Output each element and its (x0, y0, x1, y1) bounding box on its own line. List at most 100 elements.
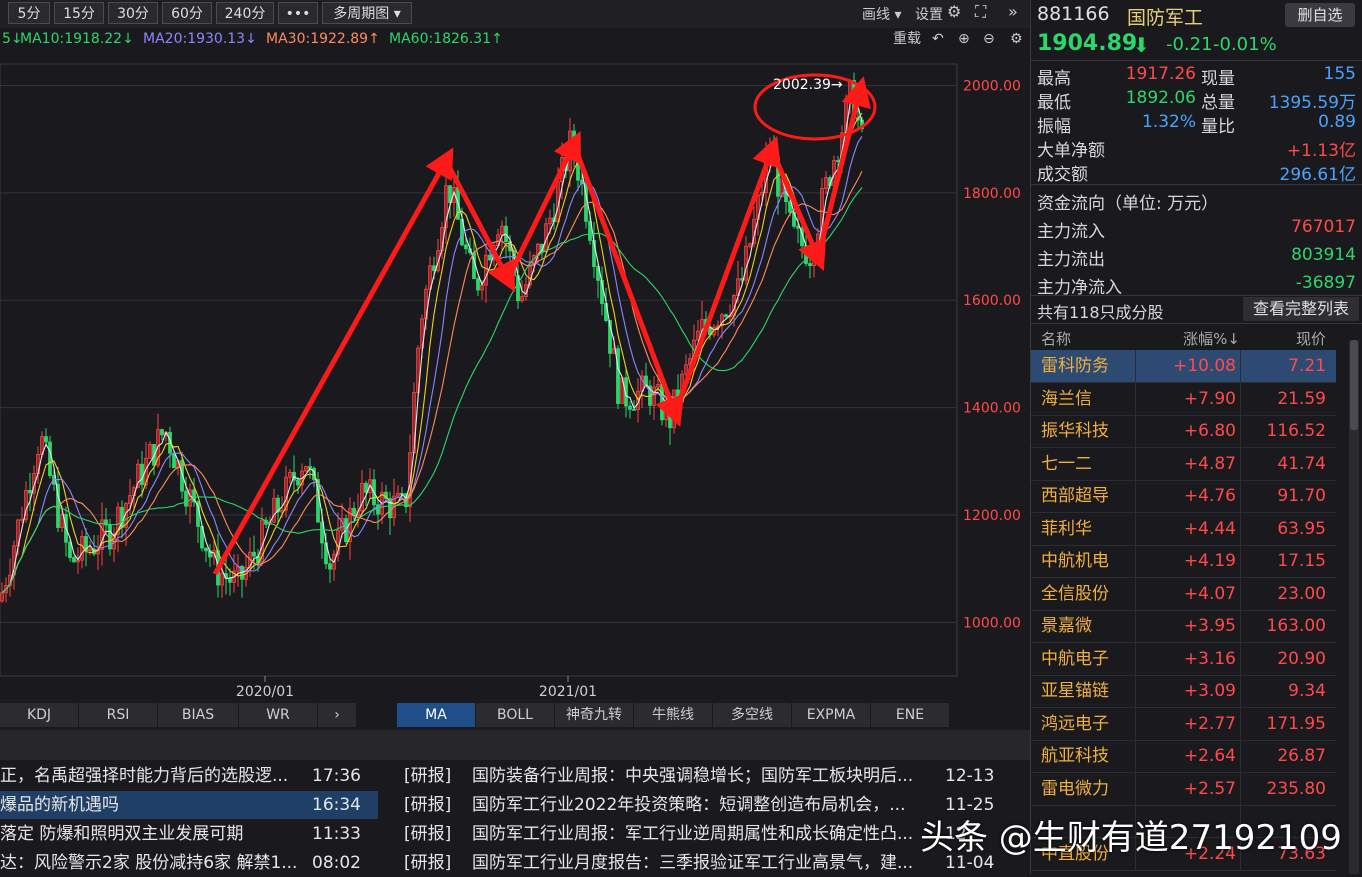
overlay-tab-4[interactable]: 多空线 (713, 703, 792, 727)
zoom-out-icon[interactable]: ⊖ (983, 28, 995, 50)
overlay-tab-6[interactable]: ENE (871, 703, 950, 727)
gear-icon[interactable]: ⚙ (947, 2, 961, 21)
stock-price: 20.90 (1277, 648, 1326, 669)
candle-body (488, 254, 492, 261)
constituent-row[interactable]: 西部超导 +4.76 91.70 (1031, 480, 1336, 513)
stock-name[interactable]: 西部超导 (1041, 480, 1109, 512)
undo-icon[interactable]: ↶ (932, 28, 944, 50)
constituent-row[interactable]: 鸿远电子 +2.77 171.95 (1031, 707, 1336, 741)
fullscreen-icon[interactable]: ⛶ (975, 2, 986, 22)
stock-name[interactable]: 振华科技 (1041, 415, 1109, 447)
col-price-header[interactable]: 现价 (1296, 328, 1326, 349)
stock-change: +3.95 (1183, 616, 1236, 636)
stock-name[interactable]: 中航电子 (1041, 643, 1109, 675)
stock-name[interactable]: 菲利华 (1041, 513, 1092, 545)
constituent-row[interactable]: 雷科防务 +10.08 7.21 (1031, 350, 1336, 383)
indicator-tab-3[interactable]: WR (239, 703, 318, 727)
indicator-tab-4[interactable]: › (318, 703, 357, 727)
stock-price: 63.95 (1277, 518, 1326, 539)
constituent-row[interactable]: 亚星锚链 +3.09 9.34 (1031, 675, 1336, 708)
x-tick-label: 2020/01 (236, 684, 294, 700)
indicator-tab-0[interactable]: KDJ (0, 703, 79, 727)
overlay-tab-2[interactable]: 神奇九转 (555, 703, 634, 727)
stock-change: +7.90 (1183, 388, 1236, 409)
settings-button[interactable]: 设置 (915, 4, 943, 24)
stock-name[interactable]: 景嘉微 (1041, 610, 1092, 642)
constituent-row[interactable]: 景嘉微 +3.95 163.00 (1031, 610, 1336, 643)
period-5min-button[interactable]: 5分 (8, 2, 50, 24)
period-15min-button[interactable]: 15分 (54, 2, 104, 24)
scrollbar-thumb[interactable] (1350, 340, 1358, 430)
constituent-row[interactable]: 菲利华 +4.44 63.95 (1031, 512, 1336, 546)
stock-name[interactable]: 七一二 (1041, 448, 1092, 480)
chart-background (0, 50, 1030, 700)
stock-price: 116.52 (1266, 421, 1326, 441)
stock-name[interactable]: 雷科防务 (1041, 350, 1109, 382)
col-name-header[interactable]: 名称 (1041, 328, 1071, 349)
remove-watchlist-button[interactable]: 删自选 (1285, 3, 1355, 27)
news-item[interactable]: 达：风险警示2家 股份减持6家 解禁1... 08:02 (0, 849, 378, 877)
period-30min-button[interactable]: 30分 (108, 2, 158, 24)
scrollbar-track[interactable] (1349, 340, 1359, 874)
news-item[interactable]: 落定 防爆和照明双主业发展可期 11:33 (0, 820, 378, 848)
stock-name[interactable]: 航亚科技 (1041, 740, 1109, 772)
stock-price: 26.87 (1277, 746, 1326, 766)
indicator-tab-2[interactable]: BIAS (158, 703, 239, 727)
ma30-value: MA30:1922.89↑ (266, 31, 380, 47)
big-order-label: 大单净额 (1037, 141, 1105, 161)
indicator-tab-1[interactable]: RSI (79, 703, 158, 727)
x-tick-label: 2021/01 (539, 684, 597, 700)
stock-name[interactable]: 中航机电 (1041, 545, 1109, 577)
view-full-list-button[interactable]: 查看完整列表 (1243, 297, 1359, 321)
draw-line-menu[interactable]: 画线 ▾ (862, 4, 901, 24)
news-item[interactable]: 正，名禹超强择时能力背后的选股逻... 17:36 (0, 762, 378, 790)
constituent-row[interactable]: 航亚科技 +2.64 26.87 (1031, 740, 1336, 773)
research-report-item[interactable]: [研报] 国防装备行业周报：中央强调稳增长；国防军工板块明后... 12-13 (400, 762, 1030, 790)
constituent-row[interactable]: 雷电微力 +2.57 235.80 (1031, 772, 1336, 806)
turnover-label: 成交额 (1037, 165, 1088, 185)
candle-body (252, 551, 256, 557)
low-label: 最低 (1037, 93, 1071, 113)
chart-settings-icon[interactable]: ⚙ (1010, 28, 1023, 50)
amplitude-value: 1.32% (1141, 112, 1196, 132)
overlay-tab-1[interactable]: BOLL (476, 703, 555, 727)
constituent-row[interactable]: 中航机电 +4.19 17.15 (1031, 545, 1336, 578)
high-label: 最高 (1037, 69, 1071, 89)
stock-name[interactable]: 雷电微力 (1041, 773, 1109, 805)
reload-button[interactable]: 重载 (893, 28, 921, 50)
main-inflow-label: 主力流入 (1037, 222, 1105, 242)
constituent-row[interactable]: 七一二 +4.87 41.74 (1031, 447, 1336, 481)
zoom-in-icon[interactable]: ⊕ (958, 28, 970, 50)
candle-body (328, 563, 332, 570)
more-periods-button[interactable]: ••• (278, 2, 318, 24)
candle-body (172, 452, 176, 469)
constituent-table-header: 名称 涨幅%↓ 现价 (1031, 324, 1336, 350)
stock-price: 163.00 (1266, 616, 1326, 636)
candle-body (432, 265, 436, 272)
constituent-count: 共有118只成分股 (1037, 303, 1164, 322)
period-240min-button[interactable]: 240分 (216, 2, 274, 24)
stock-name[interactable]: 鸿远电子 (1041, 708, 1109, 740)
overlay-tab-0[interactable]: MA (397, 703, 476, 727)
constituent-row[interactable]: 中航电子 +3.16 20.90 (1031, 642, 1336, 676)
stock-name[interactable]: 海兰信 (1041, 383, 1092, 415)
stock-change: +10.08 (1173, 356, 1236, 376)
main-outflow-label: 主力流出 (1037, 250, 1105, 270)
constituent-row[interactable]: 海兰信 +7.90 21.59 (1031, 382, 1336, 416)
stock-change: +4.07 (1183, 583, 1236, 604)
period-60min-button[interactable]: 60分 (162, 2, 212, 24)
overlay-tab-3[interactable]: 牛熊线 (634, 703, 713, 727)
overlay-tab-5[interactable]: EXPMA (792, 703, 871, 727)
collapse-icon[interactable]: » (1008, 2, 1018, 21)
constituent-row[interactable]: 振华科技 +6.80 116.52 (1031, 415, 1336, 448)
news-item[interactable]: 爆品的新机遇吗 16:34 (0, 791, 378, 819)
stock-name[interactable]: 亚星锚链 (1041, 675, 1109, 707)
candlestick-chart[interactable]: 2000.00 1800.00 1600.00 1400.00 1200.00 1000.… (0, 50, 1030, 700)
price-change: -0.21 (1166, 34, 1213, 55)
y-tick-label: 2000.00 (963, 78, 1021, 94)
stock-name[interactable]: 全信股份 (1041, 578, 1109, 610)
volume-ratio-label: 量比 (1201, 117, 1235, 137)
multi-period-menu-button[interactable]: 多周期图 ▾ (322, 2, 412, 24)
col-change-header[interactable]: 涨幅%↓ (1183, 328, 1240, 349)
constituent-row[interactable]: 全信股份 +4.07 23.00 (1031, 577, 1336, 611)
